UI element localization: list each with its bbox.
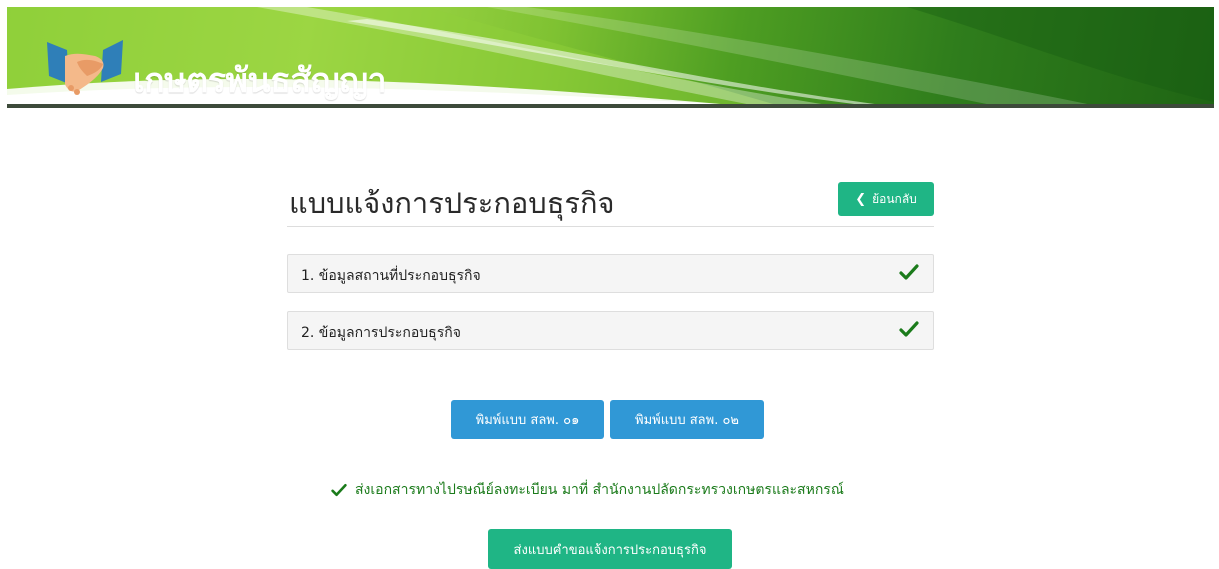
check-icon	[899, 321, 919, 337]
submit-request-button[interactable]: ส่งแบบคำขอแจ้งการประกอบธุรกิจ	[488, 529, 732, 569]
header-banner: เกษตรพันธสัญญา	[7, 7, 1214, 108]
brand-title: เกษตรพันธสัญญา	[133, 61, 387, 101]
back-button[interactable]: ❮ ย้อนกลับ	[838, 182, 934, 216]
print-form-01-button[interactable]: พิมพ์แบบ สลพ. ๐๑	[451, 400, 604, 439]
check-icon	[899, 264, 919, 280]
step-label: 2. ข้อมูลการประกอบธุรกิจ	[301, 325, 461, 341]
print-form-02-button[interactable]: พิมพ์แบบ สลพ. ๐๒	[610, 400, 764, 439]
handshake-icon	[47, 40, 123, 95]
back-button-label: ย้อนกลับ	[872, 191, 917, 206]
banner-divider	[7, 104, 1214, 108]
step-business-info[interactable]: 2. ข้อมูลการประกอบธุรกิจ	[287, 311, 934, 350]
chevron-left-icon: ❮	[855, 191, 867, 207]
mail-notice: ส่งเอกสารทางไปรษณีย์ลงทะเบียน มาที่ สำนั…	[331, 479, 844, 501]
step-business-location[interactable]: 1. ข้อมูลสถานที่ประกอบธุรกิจ	[287, 254, 934, 293]
check-icon	[331, 483, 347, 497]
page-title: แบบแจ้งการประกอบธุรกิจ	[289, 186, 615, 220]
step-label: 1. ข้อมูลสถานที่ประกอบธุรกิจ	[301, 268, 481, 284]
notice-text: ส่งเอกสารทางไปรษณีย์ลงทะเบียน มาที่ สำนั…	[355, 482, 844, 498]
title-divider	[287, 226, 934, 227]
